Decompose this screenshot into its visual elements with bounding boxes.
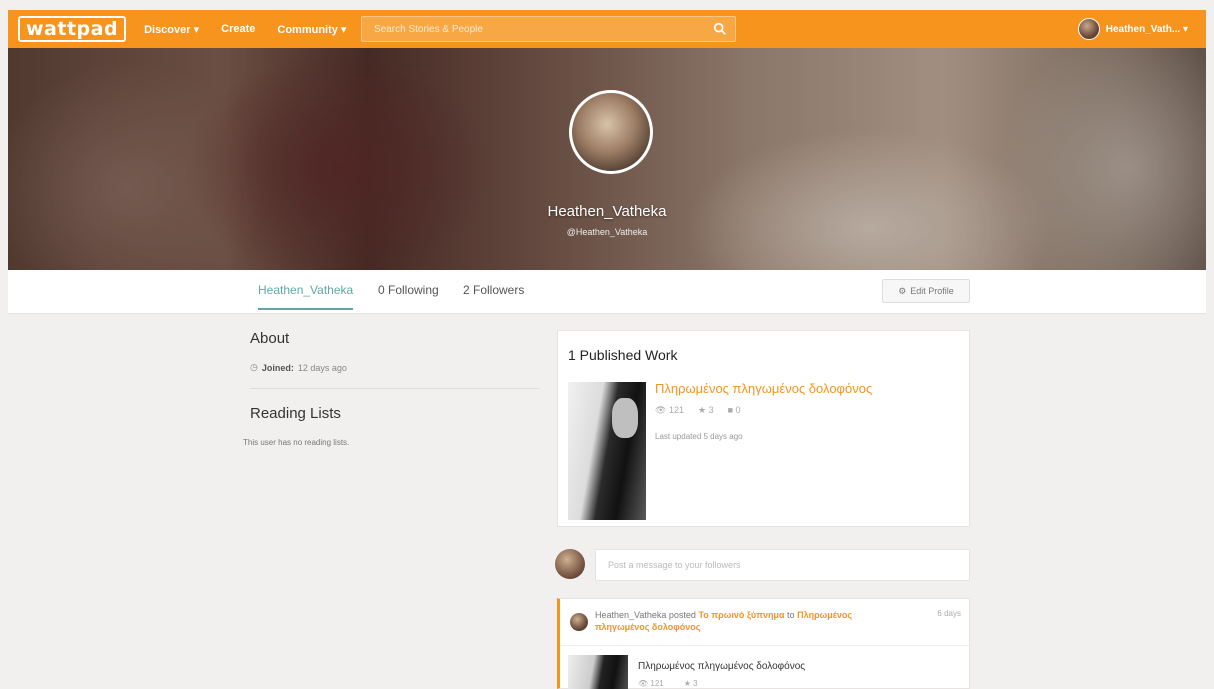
search-input[interactable]: Search Stories & People — [361, 16, 736, 42]
activity-item: Heathen_Vatheka posted Το πρωινό ξύπνημα… — [557, 598, 970, 689]
last-updated: Last updated 5 days ago — [655, 432, 743, 441]
story-stats: 👁 121 ★ 3 ■ 0 — [655, 405, 741, 416]
divider — [560, 645, 969, 646]
profile-display-name: Heathen_Vatheka — [547, 203, 667, 220]
profile-tabs: Heathen_Vatheka 0 Following 2 Followers … — [8, 270, 1206, 314]
search-icon[interactable] — [713, 22, 727, 36]
joined-info: ◷ Joined: 12 days ago — [250, 362, 347, 373]
votes-count: 3 — [708, 405, 714, 415]
wattpad-logo[interactable]: wattpad — [18, 16, 127, 42]
nav-discover-label: Discover — [144, 23, 191, 36]
reading-lists-heading: Reading Lists — [250, 405, 341, 422]
tab-about[interactable]: Heathen_Vatheka — [258, 283, 354, 310]
star-icon: ★ — [683, 679, 691, 688]
search-placeholder: Search Stories & People — [374, 23, 483, 35]
chevron-down-icon: ▾ — [1180, 23, 1188, 35]
message-input[interactable]: Post a message to your followers — [595, 549, 970, 581]
gear-icon: ⚙ — [898, 285, 907, 296]
tab-following[interactable]: 0 Following — [378, 283, 439, 297]
message-avatar — [555, 549, 585, 579]
user-avatar — [1077, 18, 1100, 40]
activity-story-cover[interactable] — [568, 655, 628, 689]
votes-stat: ★ 3 — [698, 405, 714, 416]
reading-lists-empty: This user has no reading lists. — [243, 438, 350, 447]
comment-icon: ■ — [727, 405, 734, 415]
edit-profile-label: Edit Profile — [910, 286, 954, 296]
edit-profile-button[interactable]: ⚙ Edit Profile — [882, 279, 970, 303]
tab-followers[interactable]: 2 Followers — [463, 283, 524, 297]
nav-community[interactable]: Community ▾ — [277, 23, 346, 36]
story-title-link[interactable]: Πληρωμένος πληγωμένος δολοφόνος — [655, 381, 872, 396]
published-work-heading: 1 Published Work — [568, 347, 678, 363]
user-menu[interactable]: Heathen_Vath... ▾ — [1077, 18, 1188, 40]
user-menu-name: Heathen_Vath... — [1105, 23, 1181, 35]
activity-text: Heathen_Vatheka posted Το πρωινό ξύπνημα… — [595, 609, 895, 633]
activity-story-stats: 👁 121 ★ 3 — [638, 679, 698, 688]
published-work-card: 1 Published Work Πληρωμένος πληγωμένος δ… — [557, 330, 970, 527]
star-icon: ★ — [697, 405, 707, 415]
comments-stat: ■ 0 — [728, 405, 741, 416]
profile-handle: @Heathen_Vatheka — [566, 227, 648, 237]
activity-user[interactable]: Heathen_Vatheka — [595, 610, 666, 620]
activity-verb: posted — [668, 610, 696, 620]
top-navbar: wattpad Discover ▾ Create Community ▾ Se… — [8, 10, 1206, 48]
reads-stat: 👁 121 — [638, 679, 664, 688]
reads-count: 121 — [650, 679, 664, 688]
activity-avatar — [570, 613, 588, 631]
eye-icon: 👁 — [655, 405, 667, 415]
nav-create[interactable]: Create — [221, 23, 255, 35]
joined-value: 12 days ago — [297, 362, 347, 373]
about-heading: About — [250, 330, 290, 347]
nav-community-label: Community — [277, 23, 338, 36]
activity-story-title[interactable]: Πληρωμένος πληγωμένος δολοφόνος — [638, 661, 805, 672]
joined-label: Joined: — [261, 362, 294, 373]
votes-count: 3 — [693, 679, 698, 688]
activity-part-link[interactable]: Το πρωινό ξύπνημα — [698, 610, 784, 620]
divider — [250, 388, 540, 389]
clock-icon: ◷ — [250, 362, 258, 372]
activity-to: to — [787, 610, 795, 620]
reads-count: 121 — [668, 405, 684, 415]
votes-stat: ★ 3 — [684, 679, 698, 688]
comments-count: 0 — [735, 405, 741, 415]
profile-banner: Heathen_Vatheka @Heathen_Vatheka — [8, 48, 1206, 270]
eye-icon: 👁 — [638, 679, 649, 688]
reads-stat: 👁 121 — [655, 405, 684, 416]
activity-time: 6 days — [937, 609, 961, 618]
story-cover[interactable] — [568, 382, 646, 520]
profile-avatar — [569, 90, 653, 174]
nav-discover[interactable]: Discover ▾ — [144, 23, 199, 36]
